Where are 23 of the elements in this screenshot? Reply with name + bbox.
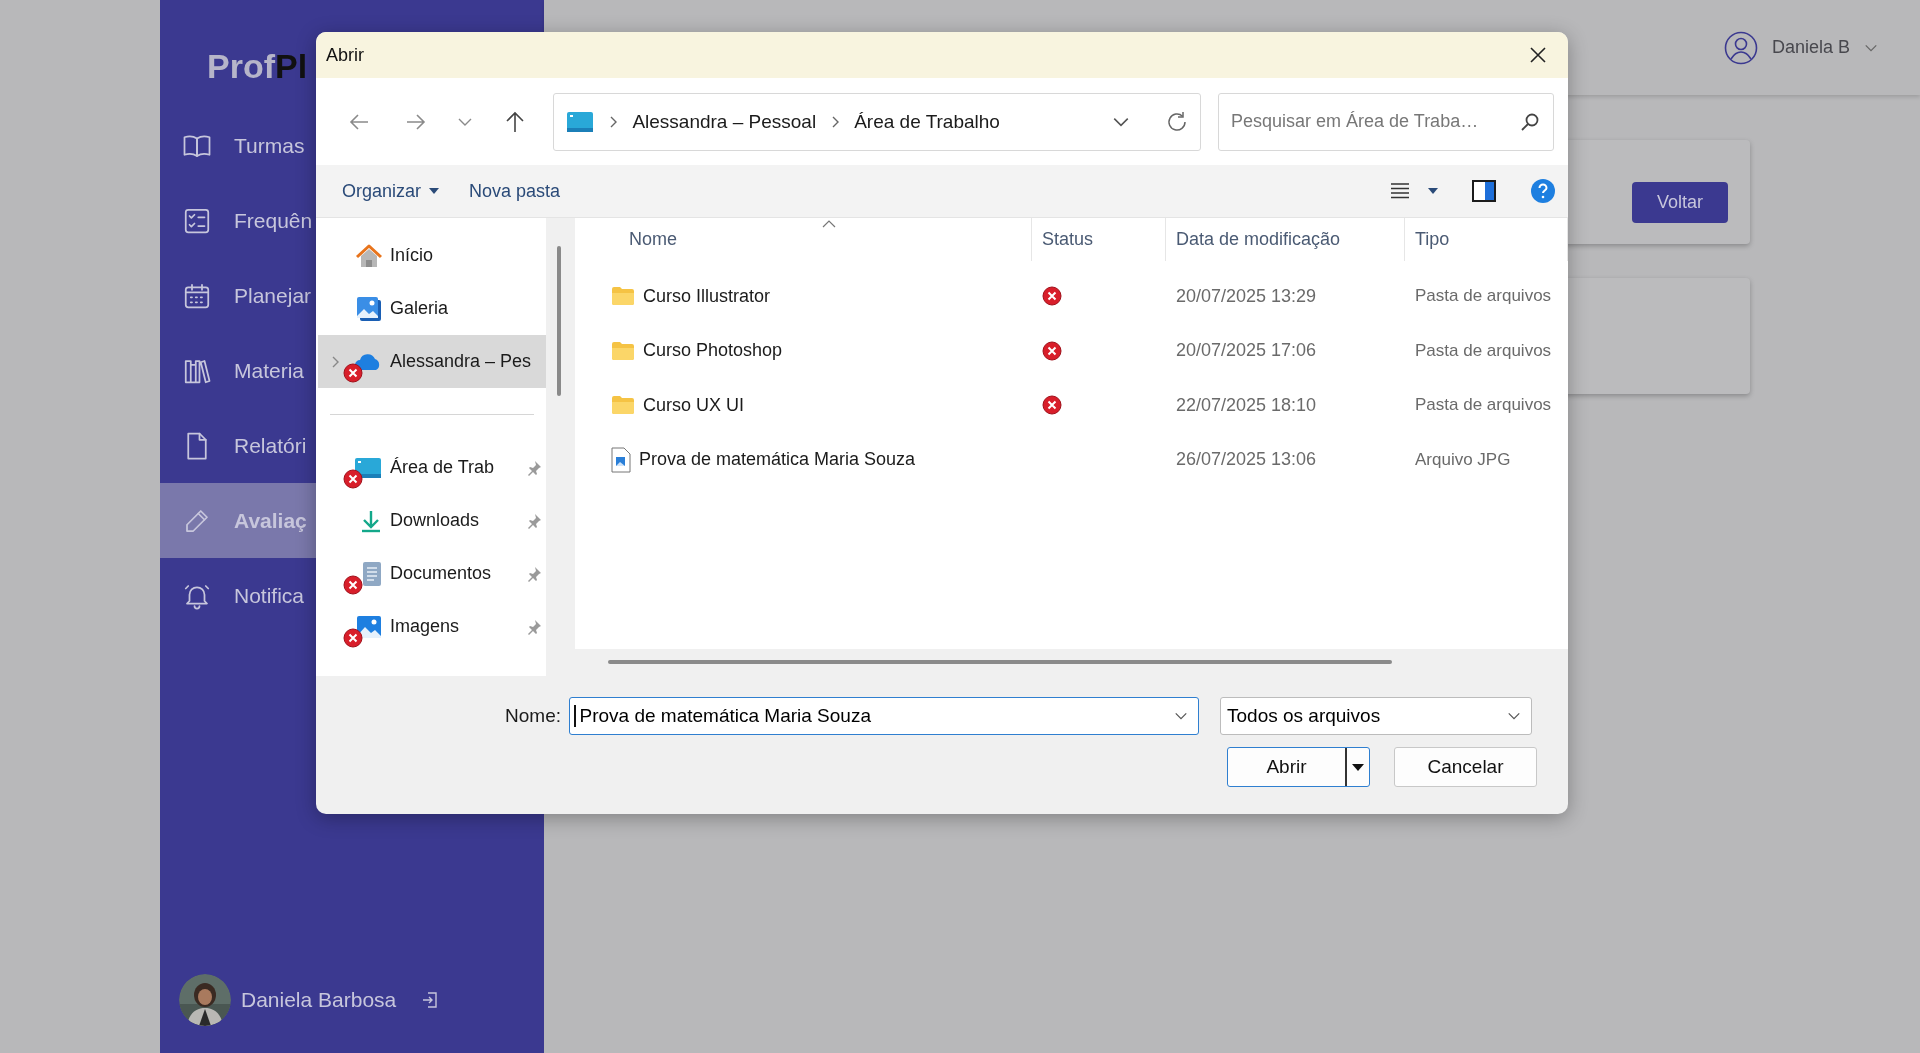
sidebar-label: Relatóri [234,433,307,458]
sidebar-label: Materia [234,358,305,383]
field-label: Nome: [504,705,562,727]
table-cell-text: 26/07/2025 13:06 [1175,449,1318,471]
table-cell-text: Pasta de arquivos [1414,340,1553,361]
user-name: Daniela Barbosa [241,988,397,1012]
app-logo: ProfPl [207,47,308,86]
sidebar-label: Turmas [234,133,305,158]
table-cell-text: 20/07/2025 13:29 [1175,285,1318,307]
sidebar-label: Notifica [234,583,305,608]
sidebar-label: Planejar [234,283,312,308]
file-name: Curso Illustrator [643,285,771,307]
file-name: Prova de matemática Maria Souza [639,449,916,471]
sidebar-label: Avaliaç [234,508,307,533]
dialog-title: Abrir [326,44,364,66]
table-cell-text: Arquivo JPG [1414,449,1512,470]
file-name: Curso Photoshop [643,340,783,362]
table-cell-text: Pasta de arquivos [1414,286,1553,307]
table-cell-text: 20/07/2025 17:06 [1175,340,1318,362]
sidebar-label: Frequên [234,208,313,233]
table-cell-text: 22/07/2025 18:10 [1175,394,1318,416]
file-name: Curso UX UI [643,394,745,416]
table-cell-text: Pasta de arquivos [1414,395,1553,416]
